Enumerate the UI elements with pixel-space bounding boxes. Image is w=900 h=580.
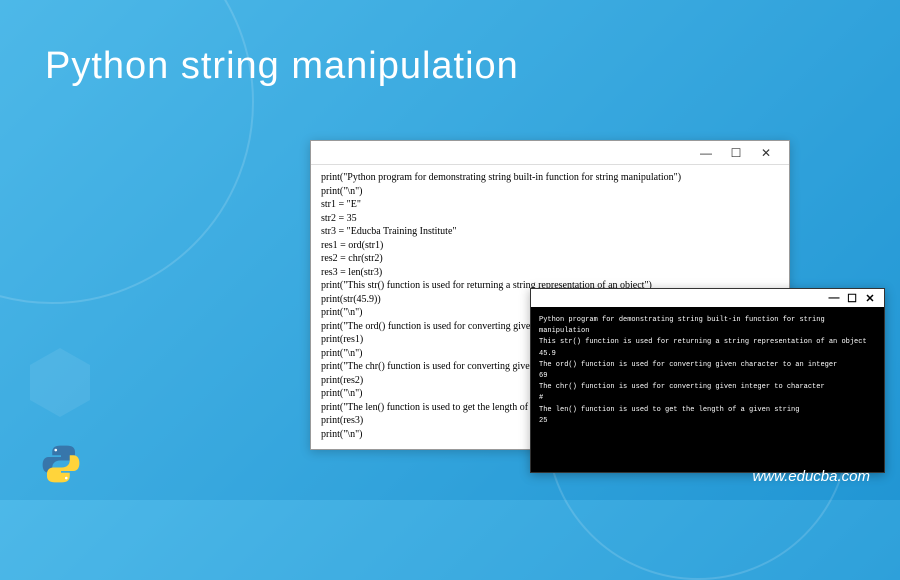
terminal-window: — ☐ ✕ Python program for demonstrating s… — [530, 288, 885, 473]
minimize-icon[interactable]: — — [826, 292, 842, 304]
terminal-line: Python program for demonstrating string … — [539, 315, 876, 337]
terminal-line: # — [539, 393, 876, 404]
hexagon-decoration — [30, 365, 90, 400]
code-line: res3 = len(str3) — [321, 266, 779, 280]
code-line: str2 = 35 — [321, 212, 779, 226]
code-line: print("\n") — [321, 185, 779, 199]
terminal-line: The chr() function is used for convertin… — [539, 382, 876, 393]
code-line: str3 = "Educba Training Institute" — [321, 225, 779, 239]
terminal-line: The len() function is used to get the le… — [539, 405, 876, 416]
terminal-titlebar: — ☐ ✕ — [531, 289, 884, 307]
terminal-output: Python program for demonstrating string … — [531, 307, 884, 472]
window-titlebar: — ☐ ✕ — [311, 141, 789, 165]
website-url: www.educba.com — [752, 468, 870, 485]
terminal-line: This str() function is used for returnin… — [539, 337, 876, 348]
minimize-icon[interactable]: — — [691, 144, 721, 162]
page-title: Python string manipulation — [45, 45, 519, 88]
terminal-line: 45.9 — [539, 349, 876, 360]
maximize-icon[interactable]: ☐ — [721, 144, 751, 162]
maximize-icon[interactable]: ☐ — [844, 292, 860, 305]
code-line: print("Python program for demonstrating … — [321, 171, 779, 185]
close-icon[interactable]: ✕ — [751, 144, 781, 162]
terminal-line: 69 — [539, 371, 876, 382]
code-line: str1 = "E" — [321, 198, 779, 212]
code-line: res1 = ord(str1) — [321, 239, 779, 253]
code-line: res2 = chr(str2) — [321, 252, 779, 266]
terminal-line: The ord() function is used for convertin… — [539, 360, 876, 371]
python-logo-icon — [40, 443, 82, 485]
close-icon[interactable]: ✕ — [862, 292, 878, 305]
terminal-line: 25 — [539, 416, 876, 427]
